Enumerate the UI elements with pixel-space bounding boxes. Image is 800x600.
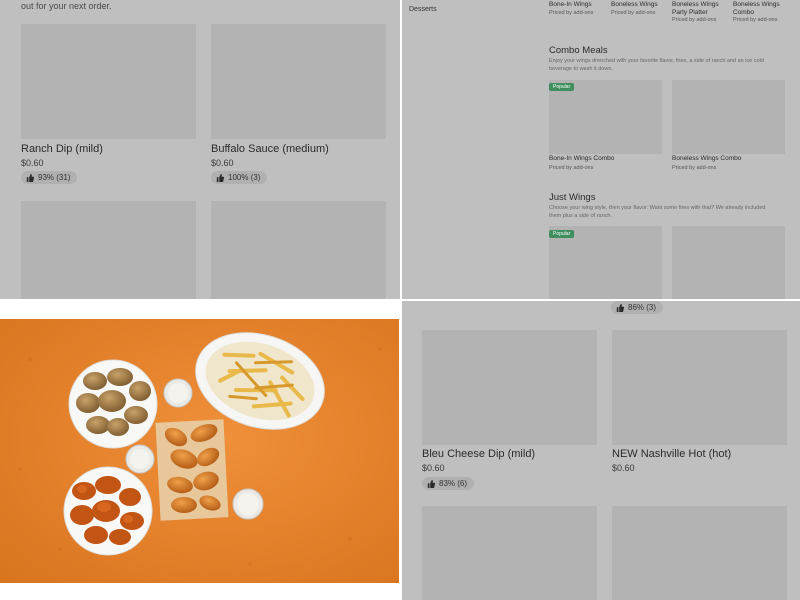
item-name-bone-in-wings-combo[interactable]: Bone-In Wings Combo <box>549 155 614 163</box>
item-image-bleu-cheese-dip[interactable] <box>422 330 597 445</box>
item-name-boneless-wings-combo[interactable]: Boneless Wings Combo <box>733 1 793 17</box>
item-image-just-wings-2[interactable] <box>672 226 785 299</box>
menu-panel-bottom-right: 86% (3) Bleu Cheese Dip (mild) $0.60 83%… <box>402 301 800 600</box>
section-description-tail: out for your next order. <box>21 1 112 11</box>
item-price-boneless-wings-combo-2: Priced by add-ons <box>672 165 717 171</box>
rating-text: 86% (3) <box>628 303 657 312</box>
item-name-bleu-cheese-dip[interactable]: Bleu Cheese Dip (mild) <box>422 448 535 460</box>
item-image-nashville-hot[interactable] <box>612 330 787 445</box>
item-image-buffalo-sauce[interactable] <box>211 24 386 139</box>
hero-photo-panel <box>0 301 400 600</box>
item-name-bone-in-wings[interactable]: Bone-In Wings <box>549 1 592 9</box>
buffalo-boneless-plate <box>63 466 153 556</box>
item-image-next-row-2[interactable] <box>211 201 386 299</box>
item-name-boneless-party-platter[interactable]: Boneless Wings Party Platter <box>672 1 728 17</box>
section-title-just-wings: Just Wings <box>549 192 596 203</box>
item-price-boneless-party-platter: Priced by add-ons <box>672 17 717 23</box>
item-price-ranch-dip: $0.60 <box>21 158 44 168</box>
menu-panel-top-right: Desserts Bone-In Wings Priced by add-ons… <box>402 0 800 299</box>
rating-text: 93% (31) <box>38 173 71 182</box>
item-name-boneless-wings-combo-2[interactable]: Boneless Wings Combo <box>672 155 741 163</box>
rating-pill-bleu-cheese-dip: 83% (6) <box>422 477 475 490</box>
item-price-buffalo-sauce: $0.60 <box>211 158 234 168</box>
thumbs-up-icon <box>427 479 435 488</box>
sidebar-item-desserts[interactable]: Desserts <box>409 6 437 13</box>
item-image-next-row-1[interactable] <box>422 506 597 600</box>
boneless-wings-plate <box>68 359 158 449</box>
rating-text: 83% (6) <box>439 479 468 488</box>
section-title-combo-meals: Combo Meals <box>549 45 608 56</box>
item-price-bleu-cheese-dip: $0.60 <box>422 463 445 473</box>
item-image-boneless-wings-combo[interactable] <box>672 80 785 154</box>
item-price-bone-in-wings-combo: Priced by add-ons <box>549 165 594 171</box>
hero-food-image <box>0 319 399 583</box>
panel-divider-horizontal <box>0 299 800 301</box>
item-price-boneless-wings-combo: Priced by add-ons <box>733 17 778 23</box>
popular-badge: Popular <box>549 230 575 238</box>
rating-pill-buffalo-sauce: 100% (3) <box>211 171 268 184</box>
item-image-next-row-2[interactable] <box>612 506 787 600</box>
rating-text: 100% (3) <box>228 173 261 182</box>
item-name-ranch-dip[interactable]: Ranch Dip (mild) <box>21 143 103 155</box>
bone-in-wings-tray <box>155 419 229 521</box>
item-image-bone-in-wings-combo[interactable] <box>549 80 662 154</box>
item-price-nashville-hot: $0.60 <box>612 463 635 473</box>
rating-pill-top: 86% (3) <box>611 301 664 314</box>
item-name-nashville-hot[interactable]: NEW Nashville Hot (hot) <box>612 448 731 460</box>
section-description-just-wings: Choose your wing style, then your flavor… <box>549 205 766 219</box>
item-image-ranch-dip[interactable] <box>21 24 196 139</box>
thumbs-up-icon <box>26 173 34 182</box>
section-description-combo-meals: Enjoy your wings drenched with your favo… <box>549 58 764 72</box>
thumbs-up-icon <box>216 173 224 182</box>
popular-badge: Popular <box>549 83 575 91</box>
item-name-buffalo-sauce[interactable]: Buffalo Sauce (medium) <box>211 143 329 155</box>
thumbs-up-icon <box>616 303 624 312</box>
item-name-boneless-wings[interactable]: Boneless Wings <box>611 1 658 9</box>
menu-panel-top-left: out for your next order. Ranch Dip (mild… <box>0 0 400 299</box>
item-image-next-row-1[interactable] <box>21 201 196 299</box>
item-price-boneless-wings: Priced by add-ons <box>611 10 656 16</box>
rating-pill-ranch-dip: 93% (31) <box>21 171 78 184</box>
item-price-bone-in-wings: Priced by add-ons <box>549 10 594 16</box>
